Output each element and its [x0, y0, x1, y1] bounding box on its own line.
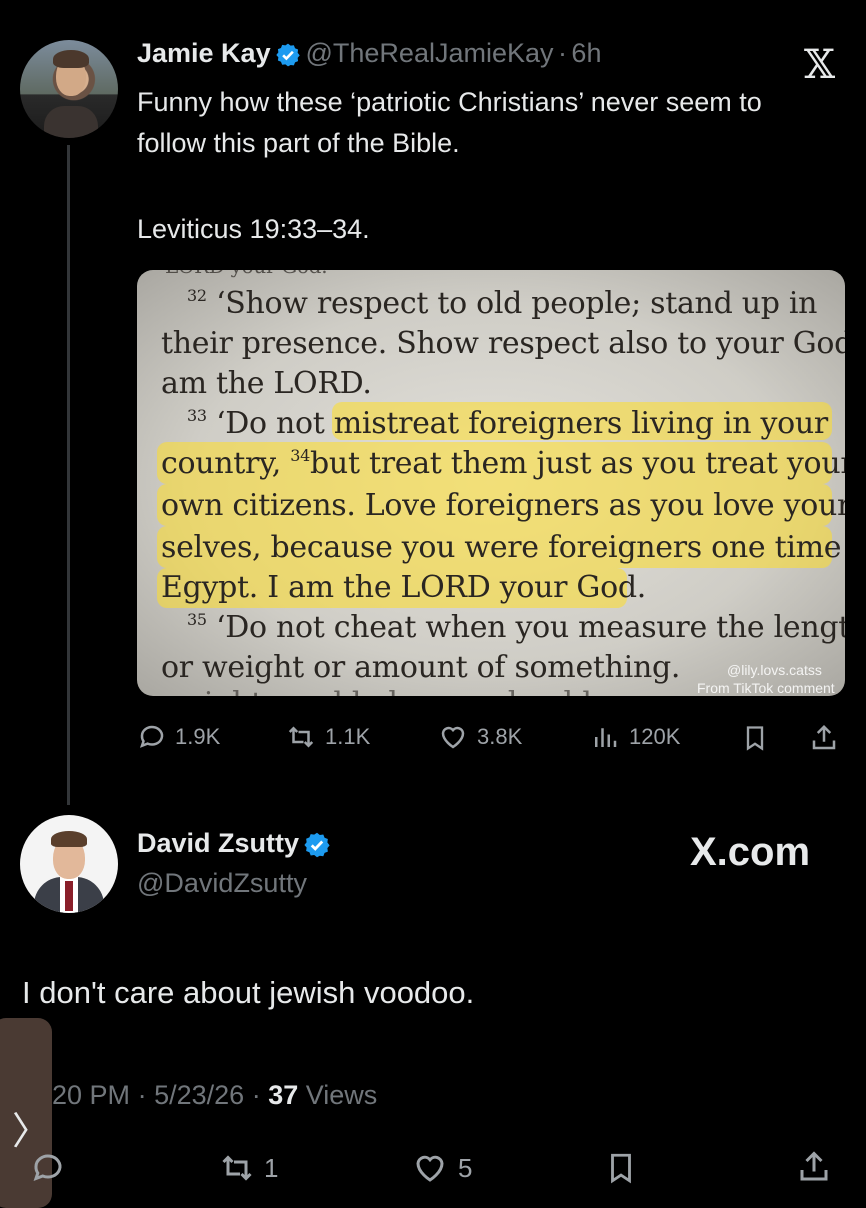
image-text-top: LORD your God. [165, 270, 328, 278]
verified-badge-icon [303, 831, 331, 864]
views-count: 37 [268, 1080, 299, 1110]
tweet-text: I don't care about jewish voodoo. [22, 975, 475, 1010]
views-label: Views [305, 1080, 378, 1110]
like-icon [437, 722, 469, 752]
repost-button[interactable]: 1.1K [285, 722, 370, 752]
reply-button[interactable] [30, 1150, 66, 1186]
tweet-header: Jamie Kay @TheRealJamieKay · 6h [137, 38, 601, 73]
verse-33-line5: Egypt. I am the LORD your God. [161, 570, 646, 605]
brand-watermark: X.com [690, 830, 811, 874]
bookmark-button[interactable] [741, 722, 769, 754]
bookmark-icon [604, 1150, 638, 1186]
separator: · [557, 38, 567, 68]
tweet-date[interactable]: 5/23/26 [154, 1080, 244, 1110]
verse-35-line3: weights and balances should [161, 686, 592, 696]
verse-32-line2: their presence. Show respect also to you… [161, 326, 845, 361]
verse-33-line3: own citizens. Love foreigners as you lov… [161, 488, 845, 523]
watermark-tiktok: From TikTok comment [697, 680, 835, 696]
repost-icon [285, 722, 317, 752]
repost-count: 1 [264, 1152, 279, 1183]
reply-count: 1.9K [175, 724, 221, 749]
like-count: 5 [458, 1152, 473, 1183]
author-handle[interactable]: @TheRealJamieKay [306, 38, 554, 68]
like-button[interactable]: 3.8K [437, 722, 522, 752]
verse-35: 35 ‘Do not cheat when you measure the le… [187, 610, 845, 645]
action-bar: 1 5 [0, 1146, 866, 1190]
tweet-image[interactable]: LORD your God. 32 ‘Show respect to old p… [137, 270, 845, 696]
author-handle[interactable]: @DavidZsutty [137, 868, 307, 899]
action-bar: 1.9K 1.1K 3.8K 120K [137, 722, 843, 758]
verse-33: 33 ‘Do not mistreat foreigners living in… [187, 406, 828, 441]
like-count: 3.8K [477, 724, 523, 749]
author-name[interactable]: David Zsutty [137, 828, 299, 858]
reply-button[interactable]: 1.9K [137, 722, 220, 752]
reply-icon [137, 722, 167, 752]
views-count: 120K [629, 724, 681, 749]
thread-line [67, 145, 70, 805]
verified-badge-icon [275, 42, 301, 73]
verse-32: 32 ‘Show respect to old people; stand up… [187, 286, 818, 321]
like-icon [410, 1150, 450, 1186]
tweet-header: David Zsutty [137, 828, 331, 864]
like-button[interactable]: 5 [410, 1150, 472, 1186]
reply-icon [30, 1150, 66, 1186]
tweet-meta: 20 PM · 5/23/26 · 37 Views [52, 1080, 378, 1110]
bookmark-icon [741, 722, 769, 754]
verse-32-line3: am the LORD. [161, 366, 372, 401]
avatar[interactable] [20, 815, 118, 913]
views-icon [589, 722, 621, 752]
repost-count: 1.1K [325, 724, 371, 749]
author-name[interactable]: Jamie Kay [137, 38, 271, 68]
share-icon [796, 1148, 832, 1186]
verse-33-line4: selves, because you were foreigners one … [161, 530, 845, 565]
views-button[interactable]: 120K [589, 722, 680, 752]
avatar[interactable] [20, 40, 118, 138]
verse-33-line2: country, 34but treat them just as you tr… [161, 446, 845, 481]
tweet-time[interactable]: 6h [571, 38, 601, 68]
repost-icon [218, 1150, 256, 1186]
share-button[interactable] [809, 722, 839, 754]
watermark-handle: @lily.lovs.catss [727, 662, 822, 678]
tweet-text-reference: Leviticus 19:33–34. [137, 214, 370, 244]
tweet-time[interactable]: 20 PM [52, 1080, 130, 1110]
tweet-text: Funny how these ‘patriotic Christians’ n… [137, 87, 762, 158]
repost-button[interactable]: 1 [218, 1150, 278, 1186]
bookmark-button[interactable] [604, 1150, 638, 1186]
verse-35-line2: or weight or amount of something. [161, 650, 681, 685]
share-icon [809, 722, 839, 754]
share-button[interactable] [796, 1148, 832, 1186]
